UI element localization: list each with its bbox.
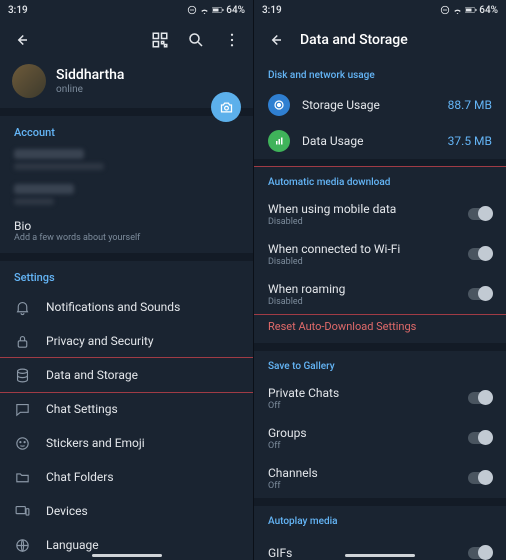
reset-link[interactable]: Reset Auto-Download Settings xyxy=(254,314,506,343)
database-icon xyxy=(12,365,32,385)
toggle-channels[interactable] xyxy=(468,472,492,484)
toggle-groups[interactable] xyxy=(468,432,492,444)
bio-title[interactable]: Bio xyxy=(0,215,253,233)
groups-label: Groups xyxy=(268,426,468,440)
roaming-sub: Disabled xyxy=(268,297,468,307)
search-icon[interactable] xyxy=(185,29,207,51)
label-notifications: Notifications and Sounds xyxy=(46,300,180,314)
label-devices: Devices xyxy=(46,504,88,518)
wifi-label: When connected to Wi-Fi xyxy=(268,242,468,256)
devices-icon xyxy=(12,501,32,521)
row-chat-folders[interactable]: Chat Folders xyxy=(0,460,253,494)
data-icon xyxy=(268,130,290,152)
back-icon-r[interactable] xyxy=(264,29,286,51)
lock-icon xyxy=(12,331,32,351)
row-groups[interactable]: Groups Off xyxy=(254,418,506,458)
toggle-wifi[interactable] xyxy=(468,248,492,260)
settings-header: Settings xyxy=(0,261,253,290)
groups-sub: Off xyxy=(268,441,468,451)
qr-icon[interactable] xyxy=(149,29,171,51)
label-data-storage: Data and Storage xyxy=(46,368,138,382)
bell-icon xyxy=(12,297,32,317)
row-notifications[interactable]: Notifications and Sounds xyxy=(0,290,253,324)
profile-status: online xyxy=(56,84,124,95)
row-wifi[interactable]: When connected to Wi-Fi Disabled xyxy=(254,234,506,274)
sticker-icon xyxy=(12,433,32,453)
row-devices[interactable]: Devices xyxy=(0,494,253,528)
storage-value: 88.7 MB xyxy=(448,98,492,112)
battery-icon xyxy=(212,6,224,14)
account-ghost-2[interactable] xyxy=(0,180,253,215)
storage-icon xyxy=(268,94,290,116)
status-bar: 3:19 64% xyxy=(0,0,253,20)
camera-icon xyxy=(219,100,234,115)
nav-bar-r xyxy=(254,550,506,560)
battery-percent-r: 64% xyxy=(479,5,498,16)
more-icon[interactable] xyxy=(221,29,243,51)
wifi-icon-r xyxy=(452,5,463,16)
label-chat-folders: Chat Folders xyxy=(46,470,114,484)
data-value: 37.5 MB xyxy=(448,134,492,148)
row-chat-settings[interactable]: Chat Settings xyxy=(0,392,253,426)
bio-hint: Add a few words about yourself xyxy=(0,233,253,253)
label-privacy: Privacy and Security xyxy=(46,334,154,348)
wifi-sub: Disabled xyxy=(268,257,468,267)
gallery-header: Save to Gallery xyxy=(254,351,506,378)
row-mobile-data[interactable]: When using mobile data Disabled xyxy=(254,194,506,234)
do-not-disturb-icon xyxy=(187,5,197,15)
toggle-private[interactable] xyxy=(468,392,492,404)
label-stickers: Stickers and Emoji xyxy=(46,436,145,450)
folder-icon xyxy=(12,467,32,487)
app-bar-right: Data and Storage xyxy=(254,20,506,60)
channels-label: Channels xyxy=(268,466,468,480)
disk-header: Disk and network usage xyxy=(254,60,506,87)
page-title: Data and Storage xyxy=(300,32,408,48)
channels-sub: Off xyxy=(268,481,468,491)
row-data-storage[interactable]: Data and Storage xyxy=(0,358,253,392)
chat-icon xyxy=(12,399,32,419)
account-ghost-1[interactable] xyxy=(0,145,253,180)
autoplay-header: Autoplay media xyxy=(254,506,506,533)
data-label: Data Usage xyxy=(302,134,436,148)
row-storage-usage[interactable]: Storage Usage 88.7 MB xyxy=(254,87,506,123)
private-sub: Off xyxy=(268,401,468,411)
wifi-icon xyxy=(199,5,210,16)
battery-percent: 64% xyxy=(226,5,245,16)
roaming-label: When roaming xyxy=(268,282,468,296)
auto-header: Automatic media download xyxy=(254,167,506,194)
camera-fab[interactable] xyxy=(211,92,241,122)
row-stickers[interactable]: Stickers and Emoji xyxy=(0,426,253,460)
mobile-label: When using mobile data xyxy=(268,202,468,216)
row-channels[interactable]: Channels Off xyxy=(254,458,506,498)
status-time-r: 3:19 xyxy=(262,5,440,16)
back-icon[interactable] xyxy=(10,29,32,51)
row-privacy[interactable]: Privacy and Security xyxy=(0,324,253,358)
profile-header[interactable]: Siddhartha online xyxy=(0,60,253,108)
toggle-mobile[interactable] xyxy=(468,208,492,220)
status-time: 3:19 xyxy=(8,5,187,16)
app-bar-left xyxy=(0,20,253,60)
storage-label: Storage Usage xyxy=(302,98,436,112)
row-private[interactable]: Private Chats Off xyxy=(254,378,506,418)
status-bar-r: 3:19 64% xyxy=(254,0,506,20)
label-chat-settings: Chat Settings xyxy=(46,402,118,416)
account-header: Account xyxy=(0,116,253,145)
battery-icon-r xyxy=(465,6,477,14)
toggle-roaming[interactable] xyxy=(468,288,492,300)
avatar xyxy=(12,64,46,98)
mobile-sub: Disabled xyxy=(268,217,468,227)
nav-bar xyxy=(0,550,253,560)
do-not-disturb-icon-r xyxy=(440,5,450,15)
private-label: Private Chats xyxy=(268,386,468,400)
row-data-usage[interactable]: Data Usage 37.5 MB xyxy=(254,123,506,159)
profile-name: Siddhartha xyxy=(56,67,124,83)
row-roaming[interactable]: When roaming Disabled xyxy=(254,274,506,314)
